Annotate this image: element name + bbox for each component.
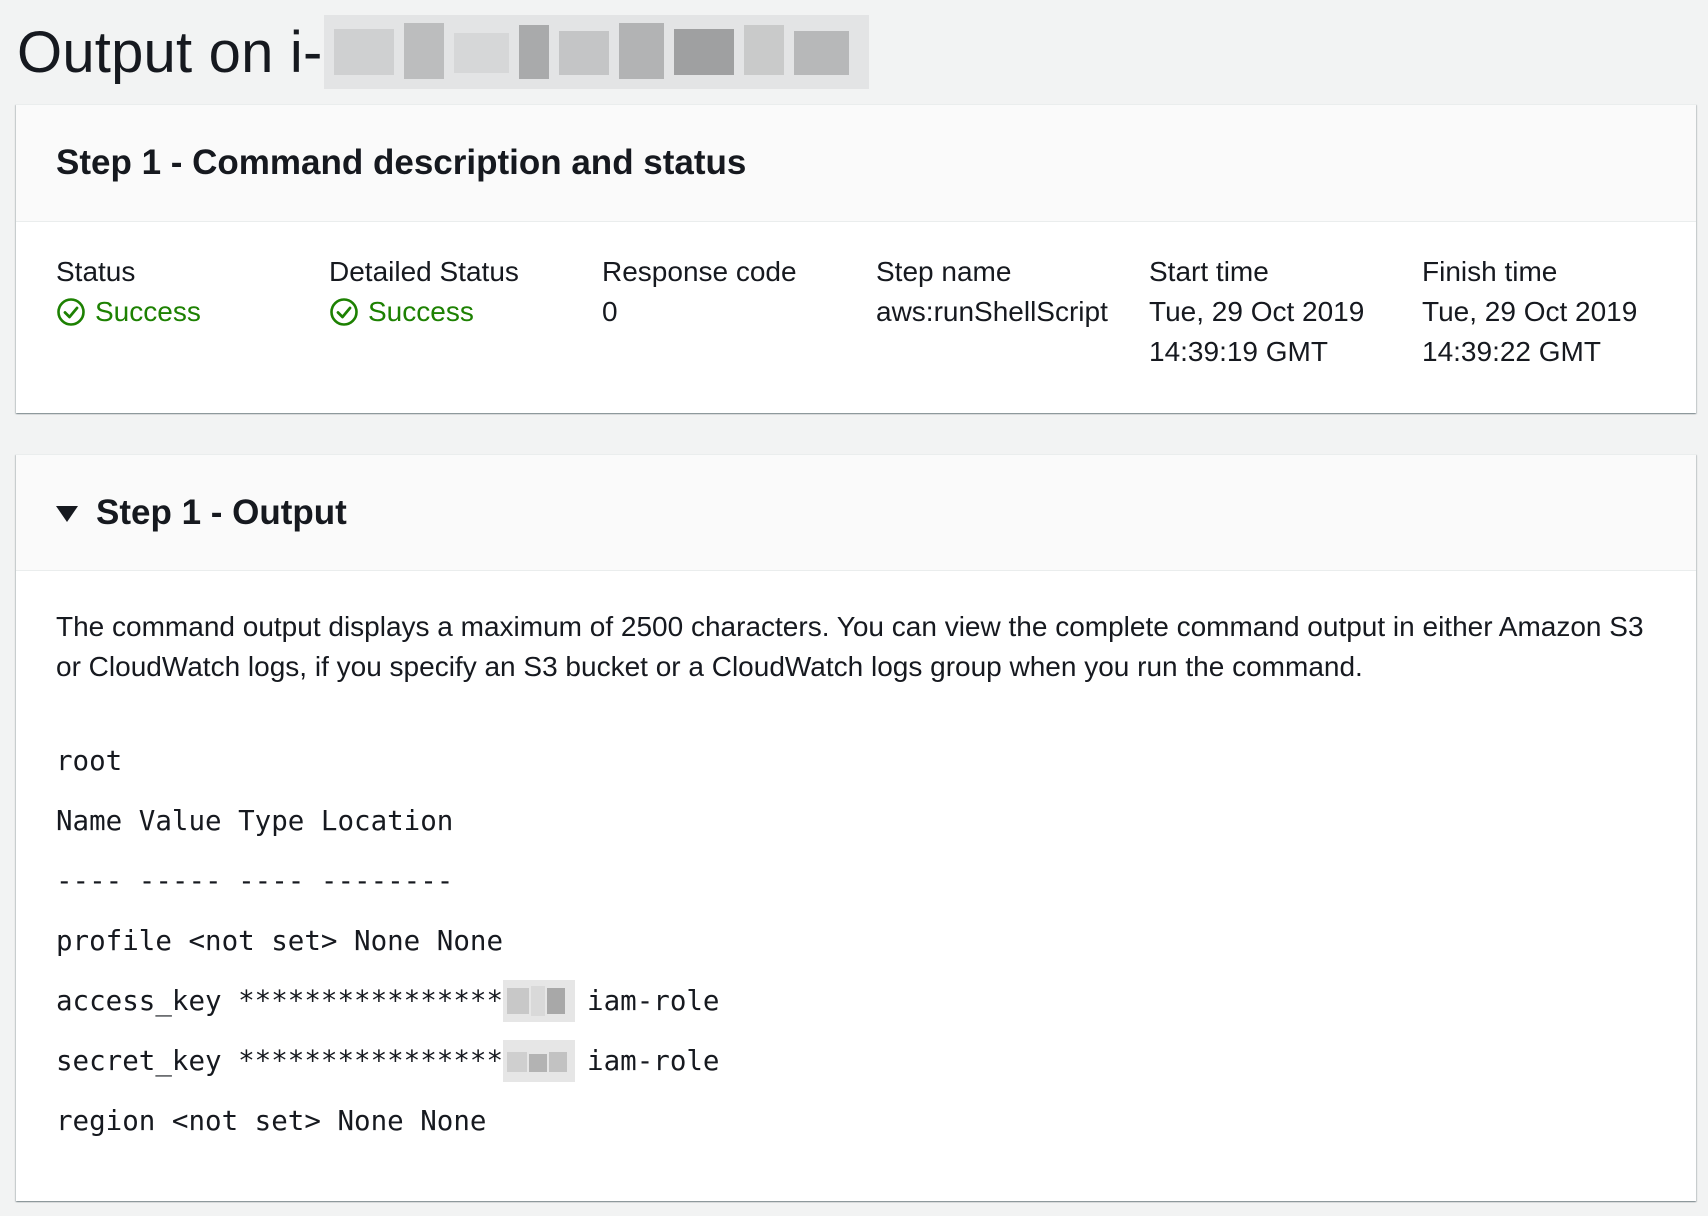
output-line: ---- ----- ---- -------- <box>56 865 454 897</box>
finish-time-value: Tue, 29 Oct 2019 14:39:22 GMT <box>1422 296 1638 367</box>
detailed-status-value: Success <box>329 292 594 332</box>
start-time-column: Start time Tue, 29 Oct 2019 14:39:19 GMT <box>1149 252 1389 372</box>
check-circle-icon <box>330 298 358 326</box>
access-key-text: access_key **************** <box>56 985 504 1017</box>
redacted-instance-id <box>324 15 870 89</box>
output-line-secret-key: secret_key **************** iam-role <box>56 1031 1656 1091</box>
output-line-access-key: access_key **************** iam-role <box>56 971 1656 1031</box>
step-name-label: Step name <box>876 256 1012 287</box>
status-panel: Step 1 - Command description and status … <box>16 104 1696 413</box>
status-label: Status <box>56 256 136 287</box>
response-code-label: Response code <box>602 256 797 287</box>
output-line: profile <not set> None None <box>56 925 504 957</box>
output-panel: Step 1 - Output The command output displ… <box>16 454 1696 1201</box>
access-key-location: iam-role <box>587 985 720 1017</box>
command-output: root Name Value Type Location ---- -----… <box>56 731 1656 1151</box>
secret-key-location: iam-role <box>587 1045 720 1077</box>
finish-time-label: Finish time <box>1422 256 1558 287</box>
output-line: Name Value Type Location <box>56 805 454 837</box>
start-time-label: Start time <box>1149 256 1269 287</box>
status-panel-title: Step 1 - Command description and status <box>56 143 747 182</box>
caret-down-icon[interactable] <box>56 505 78 522</box>
status-success-text: Success <box>95 296 201 327</box>
detailed-status-column: Detailed Status Success <box>329 252 594 332</box>
finish-time-column: Finish time Tue, 29 Oct 2019 14:39:22 GM… <box>1422 252 1662 372</box>
step-name-column: Step name aws:runShellScript <box>876 252 1116 332</box>
secret-key-text: secret_key **************** <box>56 1045 504 1077</box>
step-name-value: aws:runShellScript <box>876 296 1108 327</box>
page-title: Output on i- <box>17 19 323 85</box>
output-line: region <not set> None None <box>56 1105 487 1137</box>
detailed-status-success-text: Success <box>368 296 474 327</box>
status-column: Status Success <box>56 252 321 332</box>
page-header: Output on i- <box>17 12 870 92</box>
output-note: The command output displays a maximum of… <box>56 611 1644 682</box>
detailed-status-label: Detailed Status <box>329 256 519 287</box>
output-body: The command output displays a maximum of… <box>16 571 1696 1151</box>
status-value: Success <box>56 292 321 332</box>
redacted-secret-key <box>503 1040 576 1082</box>
output-panel-title: Step 1 - Output <box>96 492 347 532</box>
start-time-value: Tue, 29 Oct 2019 14:39:19 GMT <box>1149 296 1365 367</box>
output-line: root <box>56 745 123 777</box>
response-code-value: 0 <box>602 296 618 327</box>
check-circle-icon <box>57 298 85 326</box>
response-code-column: Response code 0 <box>602 252 867 332</box>
status-grid: Status Success Detailed Status Success R… <box>16 222 1696 412</box>
output-panel-toggle[interactable]: Step 1 - Output <box>16 455 1696 571</box>
redacted-access-key <box>503 980 576 1022</box>
status-panel-header: Step 1 - Command description and status <box>16 105 1696 222</box>
